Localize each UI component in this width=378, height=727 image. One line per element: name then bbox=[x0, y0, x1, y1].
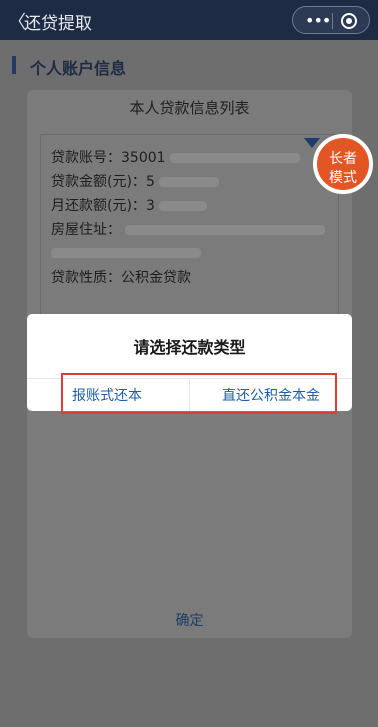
loan-row-address: 房屋住址： bbox=[51, 219, 325, 239]
capsule-divider bbox=[332, 13, 333, 29]
loan-info-card: 贷款账号：35001 贷款金额(元)：5 月还款额(元)：3 房屋住址： 贷款性… bbox=[40, 134, 339, 341]
loan-type-label: 贷款性质： bbox=[51, 270, 121, 286]
elder-mode-badge[interactable]: 长者 模式 bbox=[313, 134, 373, 194]
elder-mode-line1: 长者 bbox=[329, 151, 357, 167]
annotation-highlight-box bbox=[61, 373, 337, 414]
redacted-blur bbox=[158, 177, 219, 187]
miniprogram-capsule: ••• bbox=[292, 6, 370, 34]
more-icon[interactable]: ••• bbox=[305, 11, 331, 30]
section-accent-bar bbox=[12, 56, 16, 74]
address-label: 房屋住址： bbox=[51, 222, 121, 238]
loan-row-type: 贷款性质：公积金贷款 bbox=[51, 267, 191, 287]
redacted-blur bbox=[125, 225, 325, 235]
loan-row-address-cont bbox=[51, 245, 201, 261]
page-title: 还贷提取 bbox=[24, 14, 92, 34]
redacted-blur bbox=[169, 153, 300, 163]
elder-mode-line2: 模式 bbox=[329, 170, 357, 186]
monthly-payment-label: 月还款额(元)： bbox=[51, 198, 146, 214]
loan-type-value: 公积金贷款 bbox=[121, 270, 191, 286]
confirm-button[interactable]: 确定 bbox=[27, 610, 352, 630]
repayment-type-title: 请选择还款类型 bbox=[133, 338, 246, 357]
loan-account-value: 35001 bbox=[121, 150, 166, 166]
close-miniprogram-icon[interactable] bbox=[341, 13, 357, 29]
redacted-blur bbox=[51, 248, 201, 258]
loan-account-label: 贷款账号： bbox=[51, 150, 121, 166]
redacted-blur bbox=[158, 201, 207, 211]
loan-row-monthly: 月还款额(元)：3 bbox=[51, 195, 207, 215]
loan-row-account: 贷款账号：35001 bbox=[51, 147, 300, 167]
top-navigation-bar: 〈 还贷提取 ••• bbox=[0, 0, 378, 40]
loan-amount-label: 贷款金额(元)： bbox=[51, 174, 146, 190]
loan-amount-value: 5 bbox=[145, 174, 155, 190]
monthly-payment-value: 3 bbox=[145, 198, 155, 214]
loan-row-amount: 贷款金额(元)：5 bbox=[51, 171, 219, 191]
loan-dialog-title: 本人贷款信息列表 bbox=[129, 99, 250, 117]
section-title: 个人账户信息 bbox=[30, 59, 127, 78]
